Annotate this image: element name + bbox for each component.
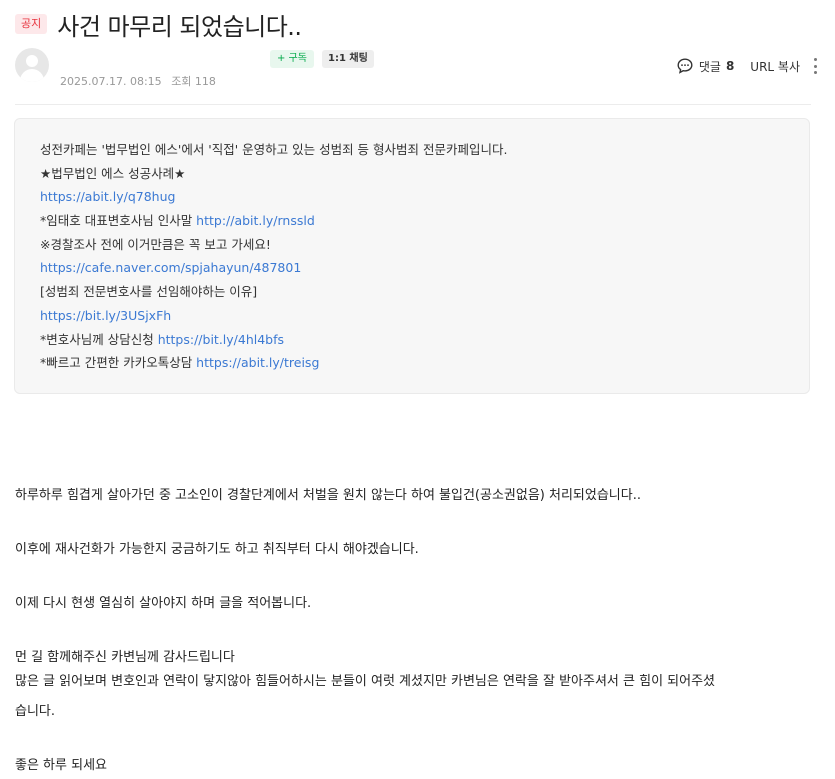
speech-bubble-icon[interactable]	[676, 57, 694, 75]
chat-button[interactable]: 1:1 채팅	[322, 50, 374, 68]
reason-link[interactable]: https://bit.ly/3USjxFh	[40, 308, 171, 323]
consult-link[interactable]: https://bit.ly/4hl4bfs	[158, 332, 284, 347]
post-title: 사건 마무리 되었습니다..	[57, 12, 302, 41]
vertical-dots-icon[interactable]	[814, 58, 818, 74]
greeting-link[interactable]: http://abit.ly/rnssld	[196, 213, 315, 228]
body-paragraph: 많은 글 읽어보며 변호인과 연락이 닿지않아 힘들어하시는 분들이 여럿 계셨…	[15, 674, 715, 689]
intro-line: 성전카페는 '법무법인 에스'에서 '직접' 운영하고 있는 성범죄 등 형사범…	[40, 142, 508, 157]
intro-line: ★법무법인 에스 성공사례★	[40, 165, 186, 181]
notice-badge: 공지	[15, 14, 48, 34]
default-profile-icon	[26, 55, 38, 67]
intro-line: [성범죄 전문변호사를 선임해야하는 이유]	[40, 284, 258, 300]
body-paragraph: 이제 다시 현생 열심히 살아야지 하며 글을 적어봅니다.	[15, 596, 312, 611]
intro-line: *빠르고 간편한 카카오톡상담	[40, 355, 197, 371]
intro-line: *임태호 대표변호사님 인사말	[40, 213, 197, 229]
kakao-consult-link[interactable]: https://abit.ly/treisg	[196, 355, 319, 370]
post-date: 2025.07.17. 08:15	[60, 75, 162, 88]
author-avatar[interactable]	[15, 48, 49, 82]
url-copy-button[interactable]: URL 복사	[750, 58, 800, 75]
comment-label[interactable]: 댓글	[699, 58, 721, 75]
body-paragraph: 습니다.	[15, 704, 56, 719]
intro-line: *변호사님께 상담신청	[40, 331, 158, 347]
body-paragraph: 이후에 재사건화가 가능한지 궁금하기도 하고 취직부터 다시 해야겠습니다.	[15, 542, 419, 557]
post-views: 조회 118	[171, 75, 216, 88]
intro-line: ※경찰조사 전에 이거만큼은 꼭 보고 가세요!	[40, 236, 271, 252]
body-paragraph: 하루하루 힘겹게 살아가던 중 고소인이 경찰단계에서 처벌을 원치 않는다 하…	[15, 488, 641, 503]
body-paragraph: 좋은 하루 되세요	[15, 758, 107, 773]
body-paragraph: 먼 길 함께해주신 카변님께 감사드립니다	[15, 650, 235, 665]
header-divider	[15, 104, 811, 105]
post-tools: 댓글 8 URL 복사	[676, 57, 818, 75]
comment-count[interactable]: 8	[726, 59, 734, 73]
avatar-body	[20, 69, 44, 82]
title-row: 공지 사건 마무리 되었습니다..	[15, 6, 302, 42]
intro-box: 성전카페는 '법무법인 에스'에서 '직접' 운영하고 있는 성범죄 등 형사범…	[14, 118, 810, 394]
subscribe-button[interactable]: + 구독	[270, 50, 314, 68]
cafe-article-link[interactable]: https://cafe.naver.com/spjahayun/487801	[40, 260, 301, 275]
success-cases-link[interactable]: https://abit.ly/q78hug	[40, 189, 175, 204]
intro-lines: 성전카페는 '법무법인 에스'에서 '직접' 운영하고 있는 성범죄 등 형사범…	[40, 141, 507, 378]
post-meta: 2025.07.17. 08:15 조회 118	[60, 73, 222, 89]
